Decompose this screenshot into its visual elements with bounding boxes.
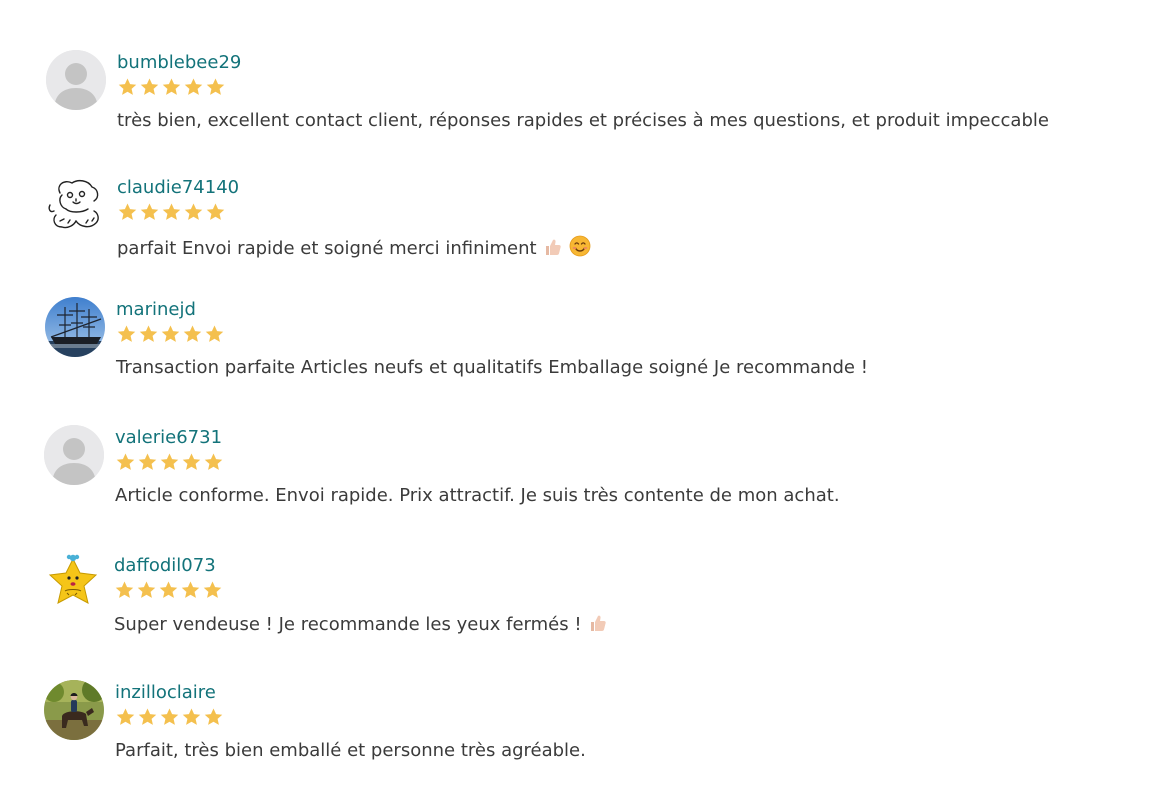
review-username[interactable]: inzilloclaire xyxy=(115,682,216,703)
avatar[interactable] xyxy=(46,50,106,110)
review-username[interactable]: daffodil073 xyxy=(114,555,216,576)
avatar[interactable] xyxy=(44,425,104,485)
tall-ship-photo-icon xyxy=(45,297,105,357)
star-icon xyxy=(204,708,223,725)
star-icon xyxy=(160,453,179,470)
avatar[interactable] xyxy=(46,175,106,235)
star-icon xyxy=(140,78,159,95)
star-icon xyxy=(183,325,202,342)
star-icon xyxy=(206,203,225,220)
review-comment: très bien, excellent contact client, rép… xyxy=(117,110,1049,131)
review-comment-text: Super vendeuse ! Je recommande les yeux … xyxy=(114,614,582,635)
star-icon xyxy=(161,325,180,342)
star-icon xyxy=(162,78,181,95)
star-icon xyxy=(206,78,225,95)
review-username[interactable]: marinejd xyxy=(116,299,196,320)
review-item: inzilloclaire Parfait, très bien emballé… xyxy=(44,680,1144,780)
star-rating xyxy=(115,707,224,727)
review-comment-text: Parfait, très bien emballé et personne t… xyxy=(115,740,586,761)
review-item: bumblebee29 très bien, excellent contact… xyxy=(46,50,1146,150)
review-comment-text: Article conforme. Envoi rapide. Prix att… xyxy=(115,485,840,506)
review-comment-text: parfait Envoi rapide et soigné merci inf… xyxy=(117,238,537,259)
star-icon xyxy=(115,581,134,598)
star-icon xyxy=(137,581,156,598)
star-rating xyxy=(114,580,223,600)
avatar[interactable] xyxy=(44,680,104,740)
review-comment: parfait Envoi rapide et soigné merci inf… xyxy=(117,235,591,262)
star-icon xyxy=(118,203,137,220)
review-comment-text: très bien, excellent contact client, rép… xyxy=(117,110,1049,131)
review-username[interactable]: claudie74140 xyxy=(117,177,239,198)
avatar[interactable] xyxy=(43,553,103,613)
avatar[interactable] xyxy=(45,297,105,357)
star-icon xyxy=(182,708,201,725)
horse-rider-photo-icon xyxy=(44,680,104,740)
review-item: marinejd Transaction parfaite Articles n… xyxy=(45,297,1145,397)
star-rating xyxy=(117,202,226,222)
default-user-icon xyxy=(46,50,106,110)
reviews-list: bumblebee29 très bien, excellent contact… xyxy=(0,0,1163,805)
review-comment-text: Transaction parfaite Articles neufs et q… xyxy=(116,357,868,378)
default-user-icon xyxy=(44,425,104,485)
star-rating xyxy=(115,452,224,472)
star-icon xyxy=(160,708,179,725)
thumbs-up-icon xyxy=(543,237,563,262)
star-icon xyxy=(138,453,157,470)
star-rating xyxy=(117,77,226,97)
star-icon xyxy=(182,453,201,470)
review-comment: Super vendeuse ! Je recommande les yeux … xyxy=(114,613,608,638)
star-rating xyxy=(116,324,225,344)
star-icon xyxy=(139,325,158,342)
review-comment: Transaction parfaite Articles neufs et q… xyxy=(116,357,868,378)
thumbs-up-icon xyxy=(588,613,608,638)
review-item: daffodil073 Super vendeuse ! Je recomman… xyxy=(43,553,1143,653)
star-icon xyxy=(184,203,203,220)
review-comment: Article conforme. Envoi rapide. Prix att… xyxy=(115,485,840,506)
review-item: valerie6731 Article conforme. Envoi rapi… xyxy=(44,425,1144,525)
review-item: claudie74140 parfait Envoi rapide et soi… xyxy=(46,175,1146,275)
smiling-face-icon xyxy=(569,235,591,262)
yellow-star-character-icon xyxy=(43,553,103,613)
star-icon xyxy=(203,581,222,598)
star-icon xyxy=(118,78,137,95)
star-icon xyxy=(205,325,224,342)
review-username[interactable]: bumblebee29 xyxy=(117,52,241,73)
star-icon xyxy=(138,708,157,725)
review-comment: Parfait, très bien emballé et personne t… xyxy=(115,740,586,761)
star-icon xyxy=(184,78,203,95)
star-icon xyxy=(116,708,135,725)
lion-cub-drawing-icon xyxy=(46,175,106,235)
star-icon xyxy=(181,581,200,598)
review-username[interactable]: valerie6731 xyxy=(115,427,222,448)
star-icon xyxy=(117,325,136,342)
star-icon xyxy=(116,453,135,470)
star-icon xyxy=(159,581,178,598)
star-icon xyxy=(204,453,223,470)
star-icon xyxy=(162,203,181,220)
star-icon xyxy=(140,203,159,220)
